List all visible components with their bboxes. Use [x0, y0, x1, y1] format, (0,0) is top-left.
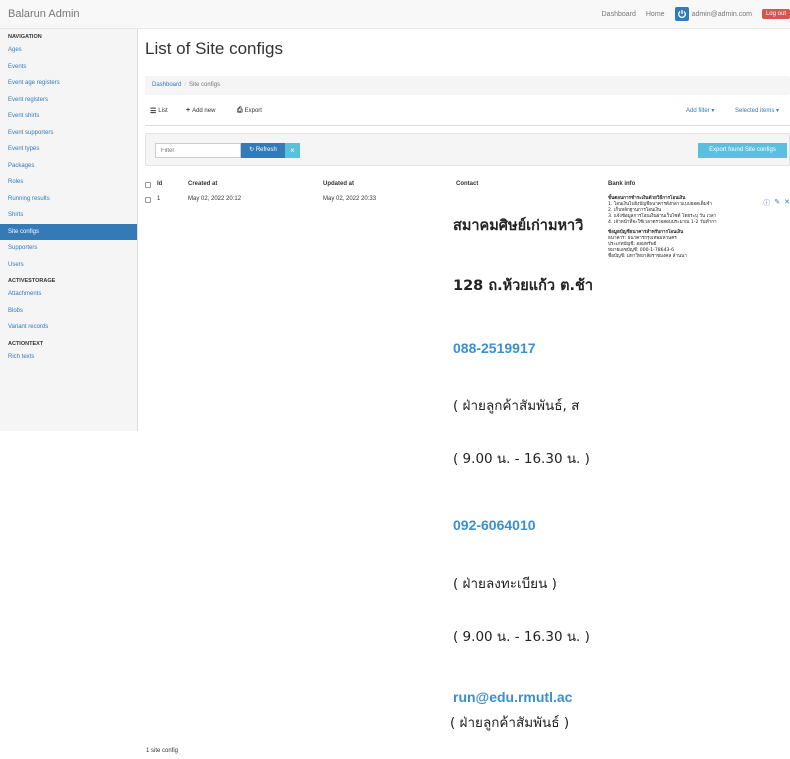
sidebar-item-event-supporters[interactable]: Event supporters: [0, 125, 137, 142]
add-filter-dropdown[interactable]: Add filter ▾: [686, 107, 714, 114]
cell-id[interactable]: 1: [157, 196, 160, 202]
sidebar-header-activestorage: ACTIVESTORAGE: [8, 278, 56, 284]
filter-input[interactable]: [155, 143, 241, 158]
tab-add-new[interactable]: + Add new: [186, 107, 215, 114]
sidebar-header-navigation: NAVIGATION: [8, 34, 42, 40]
contact-org-name: สมาคมศิษย์เก่ามหาวิ: [453, 218, 584, 234]
bank-account-name: ชื่อบัญชี: มหาวิทยาลัยราชมงคล ล้านนา: [608, 254, 687, 259]
action-tabs: ☰ List + Add new ⎙ Export Add filter ▾ S…: [145, 101, 790, 126]
sidebar: NAVIGATION Ages Events Event age registe…: [0, 29, 138, 431]
contact-hours-2: ( 9.00 น. - 16.30 น. ): [453, 629, 590, 645]
row-checkbox[interactable]: [145, 197, 151, 203]
breadcrumb-separator: /: [184, 82, 187, 88]
selected-items-dropdown[interactable]: Selected items ▾: [735, 107, 779, 114]
cell-created-at: May 02, 2022 20:12: [188, 196, 242, 202]
record-count: 1 site config: [146, 748, 179, 754]
sidebar-item-ages[interactable]: Ages: [0, 42, 137, 59]
header-bank-info[interactable]: Bank info: [608, 181, 635, 187]
sidebar-item-blobs[interactable]: Blobs: [0, 303, 137, 320]
refresh-icon: ↻: [249, 147, 255, 153]
contact-phone-1: 088-2519917: [453, 340, 536, 356]
contact-hours-1: ( 9.00 น. - 16.30 น. ): [453, 451, 590, 467]
sidebar-item-site-configs[interactable]: Site configs: [0, 223, 137, 240]
delete-icon[interactable]: ✕: [784, 198, 790, 208]
table-header: Id Created at Updated at Contact Bank in…: [145, 180, 790, 190]
refresh-label: Refresh: [255, 147, 277, 153]
tab-export[interactable]: ⎙ Export: [237, 107, 262, 115]
sidebar-item-users[interactable]: Users: [0, 257, 137, 274]
refresh-button[interactable]: ↻ Refresh: [241, 143, 285, 158]
export-icon: ⎙: [237, 107, 243, 114]
sidebar-item-variant-records[interactable]: Variant records: [0, 319, 137, 336]
header-updated-at[interactable]: Updated at: [323, 181, 354, 187]
sidebar-item-running-results[interactable]: Running results: [0, 191, 137, 208]
breadcrumb-current: Site configs: [189, 82, 221, 88]
tab-add-new-label: Add new: [192, 107, 216, 114]
select-all-checkbox[interactable]: [145, 182, 151, 188]
nav-dashboard-link[interactable]: Dashboard: [602, 11, 636, 18]
sidebar-item-shirts[interactable]: Shirts: [0, 207, 137, 224]
nav-home-link[interactable]: Home: [646, 11, 665, 18]
info-icon[interactable]: ⓘ: [763, 198, 770, 208]
sidebar-item-packages[interactable]: Packages: [0, 158, 137, 175]
brand-logo[interactable]: Balarun Admin: [8, 8, 80, 20]
logout-button[interactable]: Log out: [761, 9, 790, 19]
header-id[interactable]: Id: [157, 181, 162, 187]
edit-icon[interactable]: ✎: [774, 198, 780, 208]
clear-filter-button[interactable]: ×: [285, 143, 300, 158]
contact-email: run@edu.rmutl.ac: [453, 689, 573, 705]
contact-phone-2: 092-6064010: [453, 517, 536, 533]
contact-dept-3: ( ฝ่ายลูกค้าสัมพันธ์ ): [450, 715, 570, 731]
contact-address: 128 ถ.ห้วยแก้ว ต.ช้า: [453, 278, 594, 294]
contact-dept-2: ( ฝ่ายลงทะเบียน ): [453, 576, 557, 592]
sidebar-item-event-registers[interactable]: Event registers: [0, 92, 137, 109]
header-created-at[interactable]: Created at: [188, 181, 217, 187]
filter-panel: ↻ Refresh × Export found Site configs: [145, 133, 790, 166]
sidebar-item-events[interactable]: Events: [0, 59, 137, 76]
row-actions: ⓘ ✎ ✕: [763, 198, 790, 208]
sidebar-item-attachments[interactable]: Attachments: [0, 286, 137, 303]
list-icon: ☰: [150, 108, 157, 115]
top-navbar: Balarun Admin Dashboard Home admin@admin…: [0, 0, 790, 29]
user-email-link[interactable]: admin@admin.com: [692, 11, 752, 18]
tab-list[interactable]: ☰ List: [150, 107, 168, 115]
export-found-button[interactable]: Export found Site configs: [698, 143, 787, 158]
contact-dept-1: ( ฝ่ายลูกค้าสัมพันธ์, ส: [453, 398, 580, 414]
tab-list-label: List: [158, 108, 168, 114]
sidebar-item-supporters[interactable]: Supporters: [0, 240, 137, 257]
plus-icon: +: [186, 107, 191, 114]
contact-cell: สมาคมศิษย์เก่ามหาวิ 128 ถ.ห้วยแก้ว ต.ช้า…: [450, 192, 610, 740]
sidebar-item-event-age-registers[interactable]: Event age registers: [0, 75, 137, 92]
sidebar-header-actiontext: ACTIONTEXT: [8, 340, 44, 347]
sidebar-item-roles[interactable]: Roles: [0, 174, 137, 191]
header-contact[interactable]: Contact: [456, 181, 478, 187]
top-nav-links: Dashboard Home admin@admin.com Log out: [602, 0, 790, 28]
power-icon[interactable]: [674, 7, 689, 21]
page-title: List of Site configs: [145, 39, 283, 58]
tab-export-label: Export: [244, 108, 262, 114]
breadcrumb-dashboard-link[interactable]: Dashboard: [152, 82, 181, 88]
sidebar-item-event-shirts[interactable]: Event shirts: [0, 108, 137, 125]
sidebar-item-event-types[interactable]: Event types: [0, 141, 137, 158]
cell-updated-at: May 02, 2022 20:33: [323, 196, 377, 202]
sidebar-item-rich-texts[interactable]: Rich texts: [0, 349, 137, 366]
breadcrumb: Dashboard / Site configs: [145, 76, 790, 95]
